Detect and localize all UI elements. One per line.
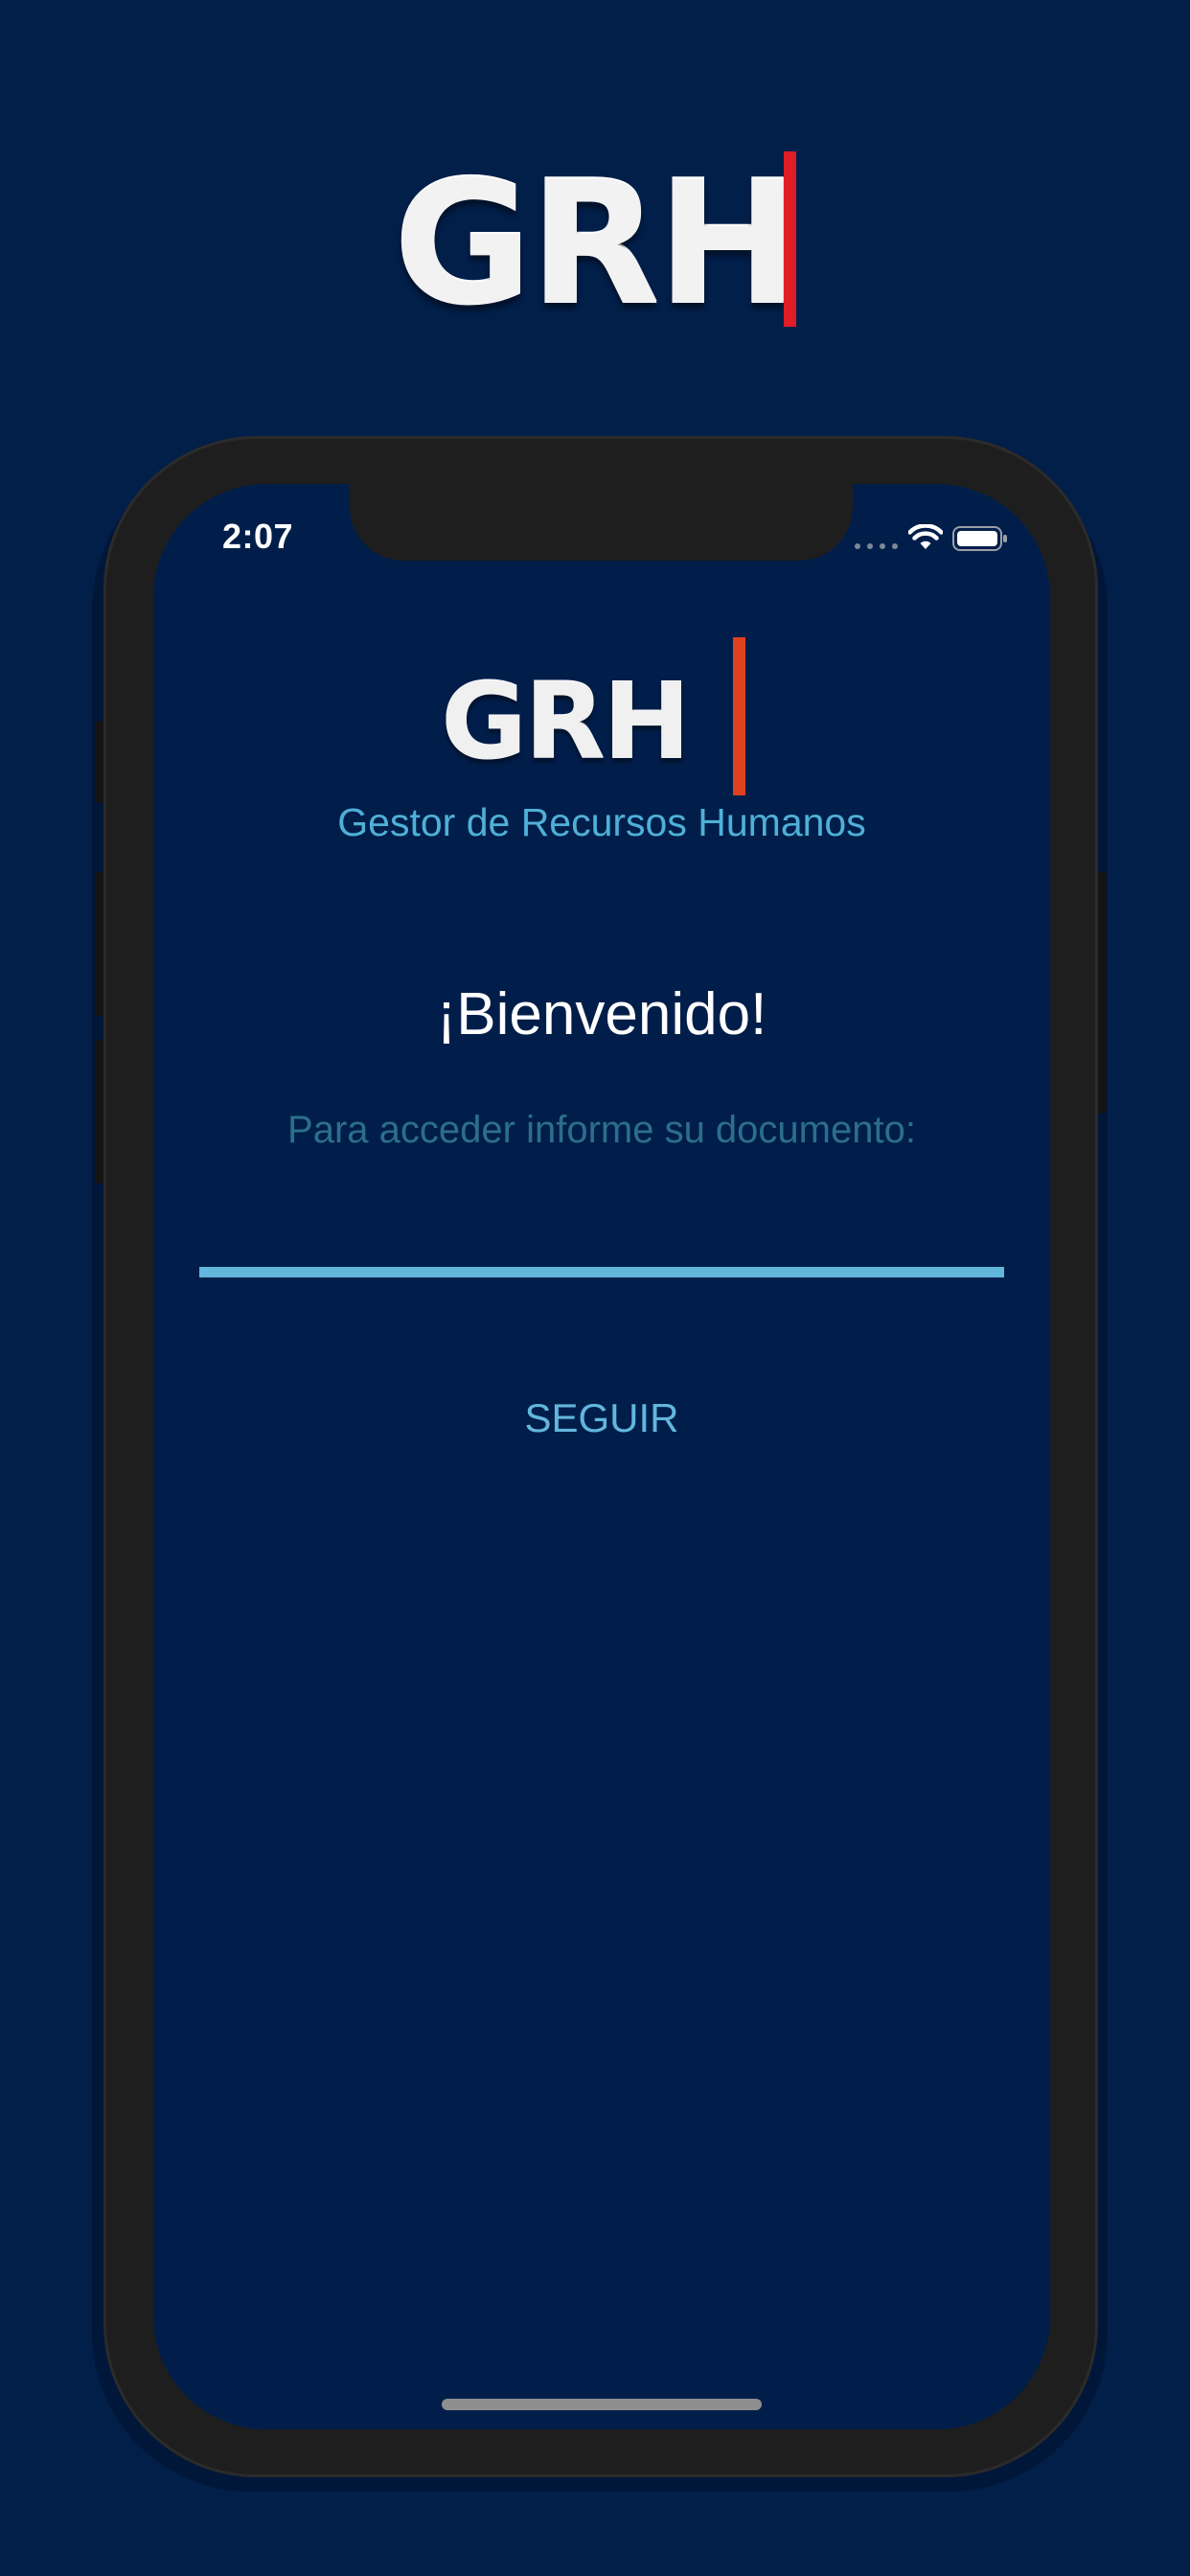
app-logo-bar (733, 637, 745, 795)
wifi-icon (908, 524, 943, 549)
brand-logo-text: GRH (393, 145, 799, 343)
status-icons (855, 524, 1008, 553)
status-time: 2:07 (222, 517, 294, 556)
phone-screen: 2:07 GRH Gestor de Recursos Humanos ¡Bie… (153, 484, 1050, 2429)
brand-logo: GRH (0, 144, 1190, 335)
app-logo: GRH (153, 628, 1050, 795)
device-notch (350, 484, 853, 561)
signal-icon (855, 543, 899, 549)
home-indicator[interactable] (442, 2399, 762, 2410)
continue-button[interactable]: SEGUIR (458, 1380, 745, 1457)
document-input[interactable] (199, 1193, 1004, 1277)
welcome-heading: ¡Bienvenido! (436, 981, 767, 1047)
brand-logo-bar (784, 151, 796, 327)
battery-icon (952, 526, 1007, 551)
instruction-text: Para acceder informe su documento: (287, 1109, 916, 1151)
app-subtitle: Gestor de Recursos Humanos (337, 800, 866, 844)
app-logo-text: GRH (441, 660, 691, 783)
